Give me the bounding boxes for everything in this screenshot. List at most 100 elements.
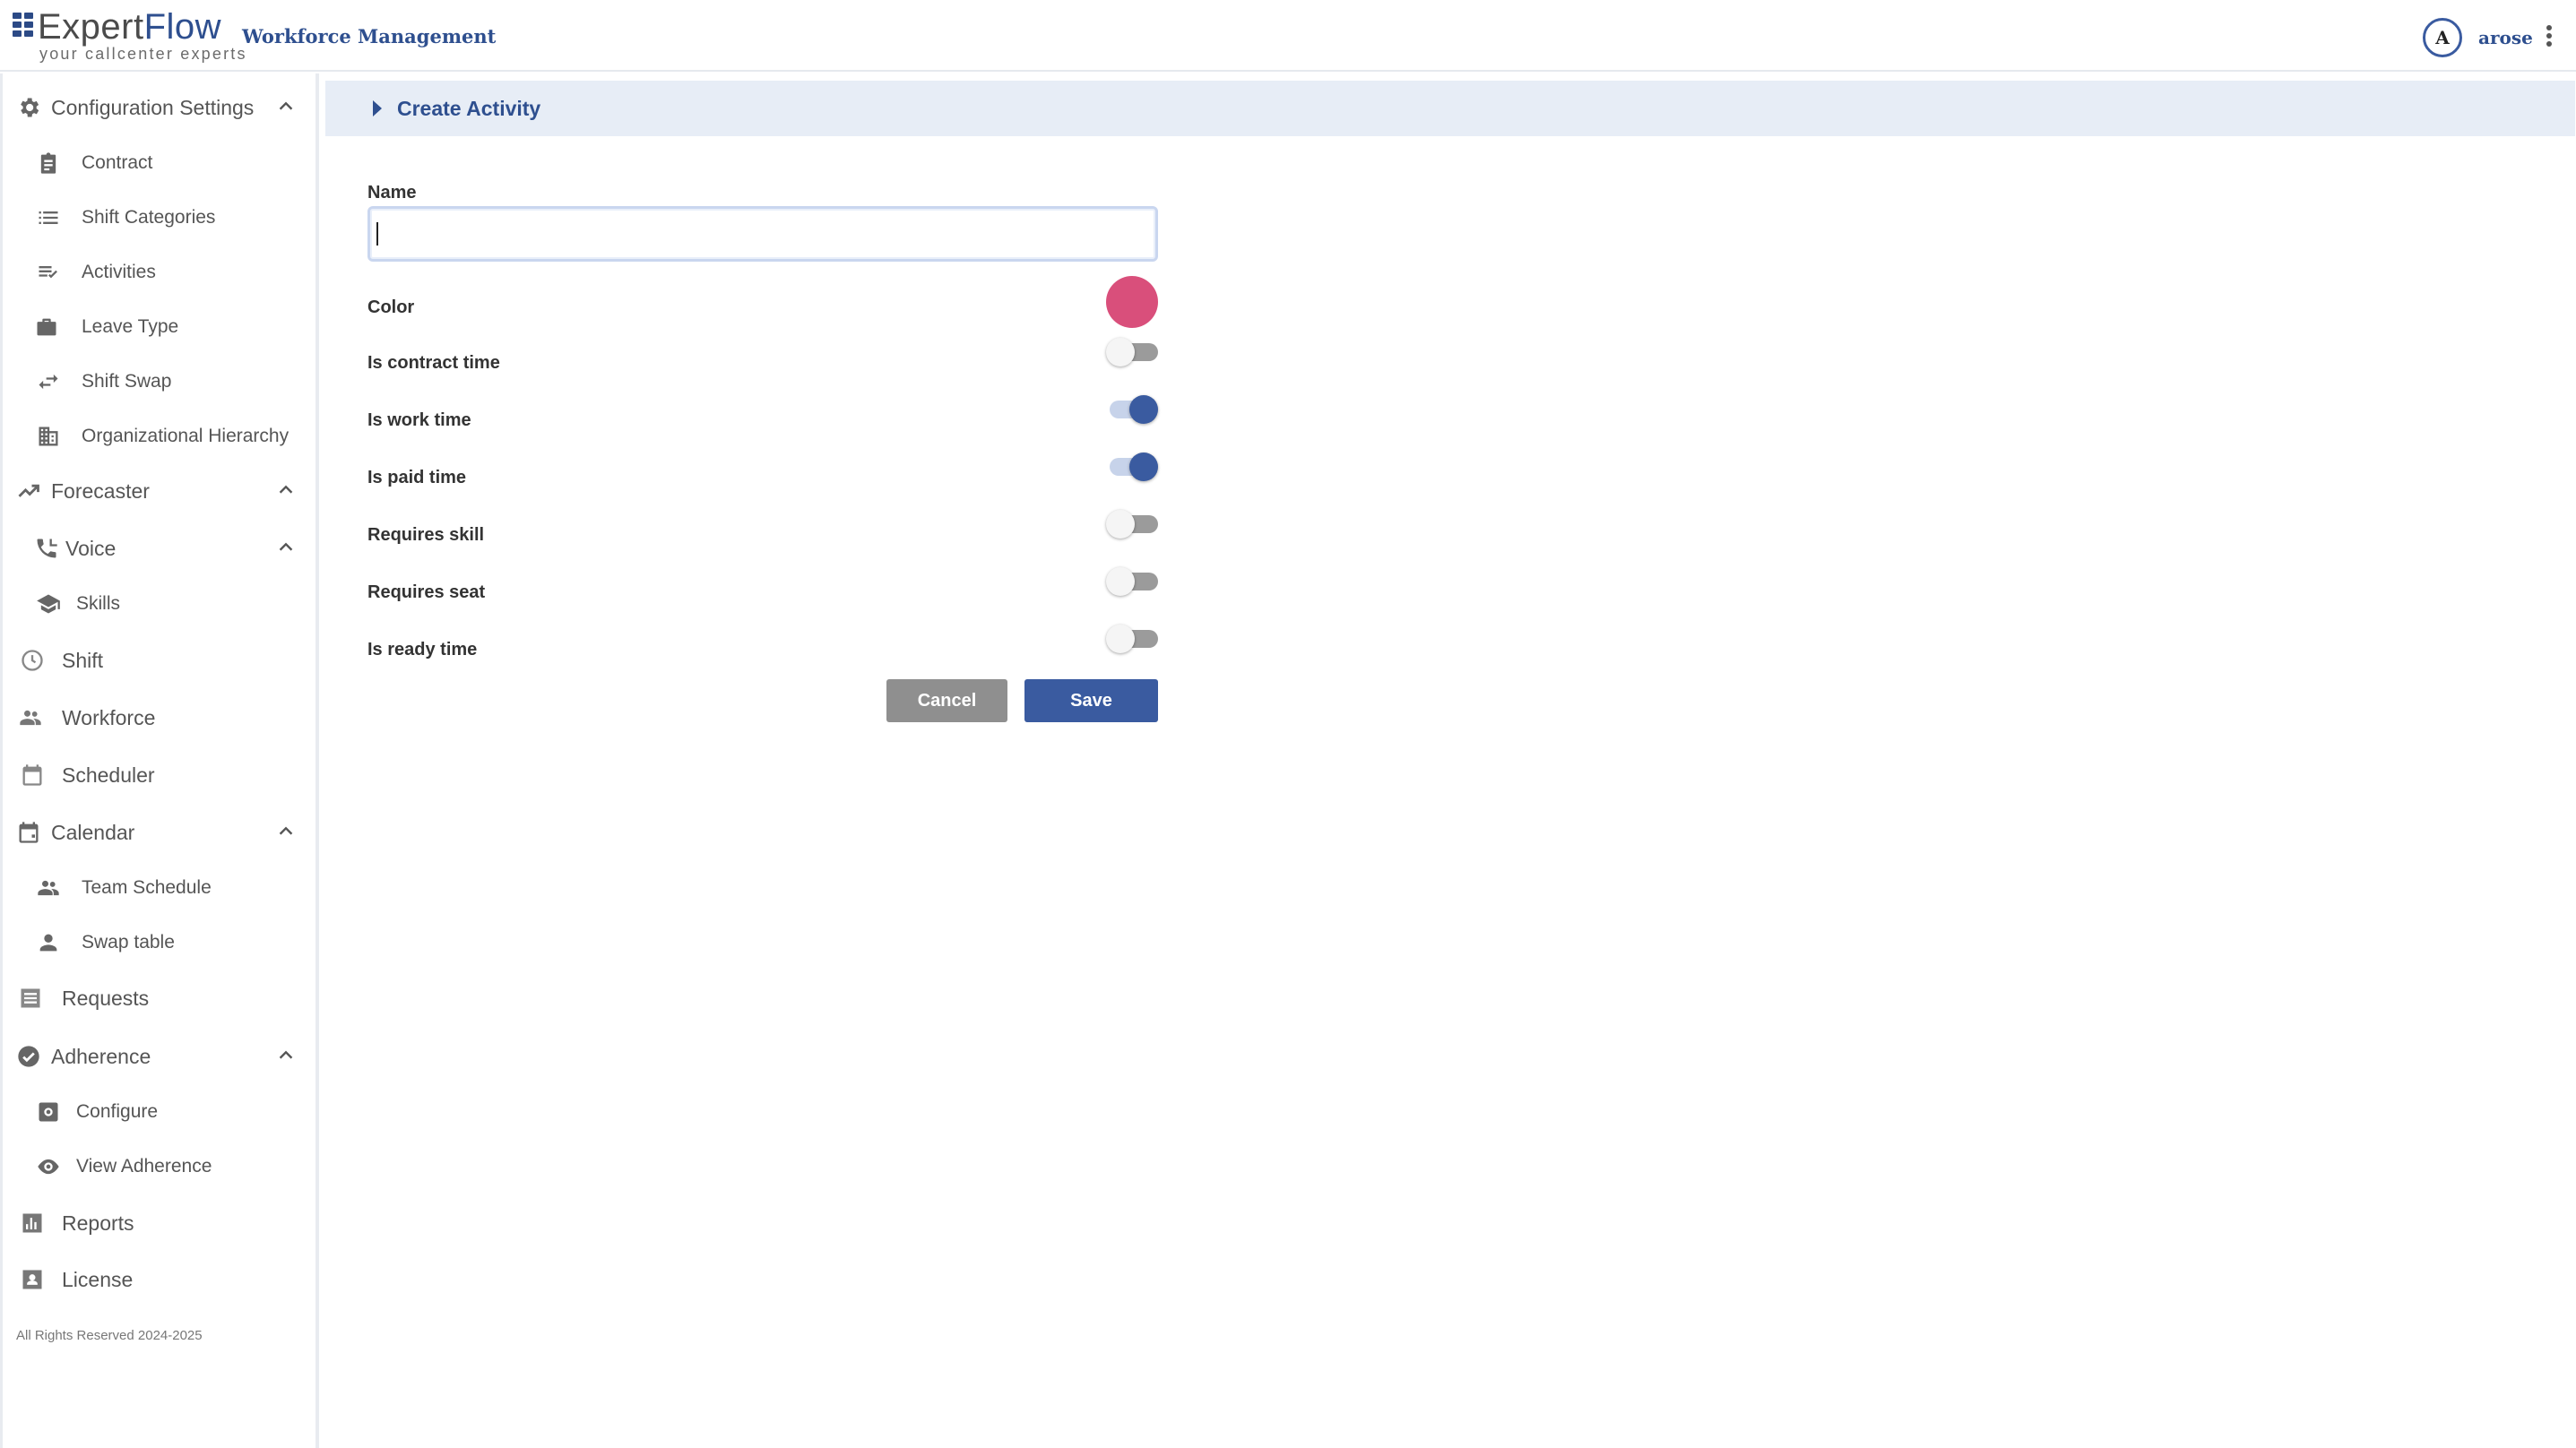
app-title: Workforce Management bbox=[242, 25, 497, 47]
sidebar-item-label: Scheduler bbox=[62, 763, 155, 787]
sidebar-item-adherence[interactable]: Adherence bbox=[0, 1032, 310, 1081]
sidebar-item-label: Voice bbox=[65, 537, 117, 560]
sidebar-item-label: License bbox=[62, 1268, 134, 1291]
sidebar-item-label: Contract bbox=[82, 152, 153, 173]
sidebar-item-label: Team Schedule bbox=[82, 877, 212, 898]
list-alt-icon bbox=[21, 988, 40, 1008]
requires-skill-label: Requires skill bbox=[367, 525, 485, 545]
sidebar-item-shift[interactable]: Shift bbox=[0, 636, 310, 685]
trending-up-icon bbox=[18, 484, 39, 497]
sidebar-item-label: Shift Swap bbox=[82, 371, 172, 392]
save-button[interactable]: Save bbox=[1024, 679, 1158, 722]
sidebar-item-label: Configure bbox=[76, 1101, 159, 1122]
top-header: ExpertFlow your callcenter experts Workf… bbox=[0, 0, 2576, 72]
logo-grid-icon bbox=[13, 13, 36, 39]
paid-time-toggle[interactable] bbox=[1106, 452, 1158, 482]
expertflow-logo[interactable]: ExpertFlow your callcenter experts bbox=[13, 7, 245, 63]
building-icon bbox=[39, 427, 58, 446]
calendar-icon bbox=[22, 764, 42, 786]
caret-right-icon[interactable] bbox=[373, 100, 382, 116]
work-time-toggle[interactable] bbox=[1106, 394, 1158, 425]
sidebar-item-label: Activities bbox=[82, 262, 156, 282]
chevron-up-icon[interactable] bbox=[276, 538, 296, 557]
panel-title: Create Activity bbox=[397, 97, 541, 120]
sidebar-item-reports[interactable]: Reports bbox=[0, 1199, 310, 1247]
sidebar-item-label: Workforce bbox=[62, 706, 156, 729]
text-cursor bbox=[376, 222, 378, 246]
sidebar-item-leave-type[interactable]: Leave Type bbox=[0, 303, 310, 351]
sidebar-item-label: Swap table bbox=[82, 932, 175, 952]
sidebar-item-label: View Adherence bbox=[76, 1156, 212, 1176]
sidebar-item-label: Calendar bbox=[51, 821, 135, 844]
requires-seat-toggle[interactable] bbox=[1106, 566, 1158, 597]
avatar[interactable]: A bbox=[2423, 18, 2462, 57]
sidebar-item-workforce[interactable]: Workforce bbox=[0, 694, 310, 742]
sidebar-item-label: Adherence bbox=[51, 1045, 151, 1068]
sidebar-item-contract[interactable]: Contract bbox=[0, 139, 310, 187]
people-icon bbox=[20, 710, 41, 726]
sidebar-item-license[interactable]: License bbox=[0, 1255, 310, 1304]
sidebar-item-calendar[interactable]: Calendar bbox=[0, 808, 310, 857]
sidebar-item-configuration-settings[interactable]: Configuration Settings bbox=[0, 83, 310, 132]
requires-seat-label: Requires seat bbox=[367, 582, 486, 602]
clipboard-icon bbox=[40, 152, 56, 174]
sidebar-item-organizational-hierarchy[interactable]: Organizational Hierarchy bbox=[0, 412, 310, 461]
paid-time-label: Is paid time bbox=[367, 468, 467, 487]
chevron-up-icon[interactable] bbox=[276, 97, 296, 116]
gear-icon bbox=[21, 98, 39, 117]
badge-icon bbox=[22, 1270, 42, 1289]
contract-time-label: Is contract time bbox=[367, 353, 500, 373]
chevron-up-icon[interactable] bbox=[276, 480, 296, 500]
requires-skill-toggle[interactable] bbox=[1106, 509, 1158, 539]
sidebar-item-voice[interactable]: Voice bbox=[0, 524, 310, 573]
school-icon bbox=[37, 594, 60, 614]
sidebar-item-label: Organizational Hierarchy bbox=[82, 426, 290, 446]
name-label: Name bbox=[367, 183, 417, 203]
sidebar-item-shift-swap[interactable]: Shift Swap bbox=[0, 358, 310, 406]
logo-tagline: your callcenter experts bbox=[39, 45, 247, 63]
bar-chart-icon bbox=[22, 1213, 42, 1233]
sidebar-item-skills[interactable]: Skills bbox=[0, 580, 310, 628]
ready-time-toggle[interactable] bbox=[1106, 624, 1158, 654]
people-icon bbox=[38, 880, 59, 896]
sidebar-item-label: Shift bbox=[62, 649, 104, 672]
create-activity-panel-header[interactable]: Create Activity bbox=[325, 81, 2575, 136]
sidebar-item-forecaster[interactable]: Forecaster bbox=[0, 467, 310, 515]
briefcase-icon bbox=[37, 318, 56, 336]
eye-icon bbox=[38, 1159, 59, 1175]
chevron-up-icon[interactable] bbox=[276, 822, 296, 841]
playlist-check-icon bbox=[39, 266, 57, 279]
color-picker-swatch[interactable] bbox=[1106, 276, 1158, 328]
clock-icon bbox=[22, 650, 43, 671]
sidebar-item-label: Reports bbox=[62, 1211, 134, 1235]
sidebar-item-view-adherence[interactable]: View Adherence bbox=[0, 1142, 310, 1191]
sidebar-item-team-schedule[interactable]: Team Schedule bbox=[0, 864, 310, 912]
username[interactable]: arose bbox=[2478, 27, 2533, 48]
event-icon bbox=[19, 822, 39, 843]
color-label: Color bbox=[367, 297, 415, 317]
settings-box-icon bbox=[39, 1102, 58, 1122]
list-icon bbox=[39, 211, 58, 224]
person-icon bbox=[39, 934, 57, 952]
sidebar-item-shift-categories[interactable]: Shift Categories bbox=[0, 194, 310, 242]
copyright-footer: All Rights Reserved 2024-2025 bbox=[16, 1328, 203, 1343]
sidebar-item-activities[interactable]: Activities bbox=[0, 248, 310, 297]
contract-time-toggle[interactable] bbox=[1106, 337, 1158, 367]
chevron-up-icon[interactable] bbox=[276, 1046, 296, 1065]
sidebar-item-swap-table[interactable]: Swap table bbox=[0, 918, 310, 967]
sidebar-item-label: Forecaster bbox=[51, 479, 150, 503]
sidebar-item-scheduler[interactable]: Scheduler bbox=[0, 751, 310, 799]
more-vert-icon[interactable] bbox=[2544, 25, 2554, 50]
sidebar-item-label: Configuration Settings bbox=[51, 96, 255, 119]
sidebar-item-requests[interactable]: Requests bbox=[0, 974, 310, 1022]
sidebar-item-label: Leave Type bbox=[82, 316, 179, 337]
sidebar-item-configure[interactable]: Configure bbox=[0, 1088, 310, 1136]
phone-callback-icon bbox=[37, 539, 57, 558]
check-circle-icon bbox=[18, 1046, 39, 1067]
swap-horiz-icon bbox=[39, 374, 58, 390]
name-input[interactable] bbox=[367, 206, 1158, 262]
main-content: Create Activity Name Color Is contract t… bbox=[323, 73, 2576, 1448]
cancel-button[interactable]: Cancel bbox=[886, 679, 1007, 722]
ready-time-label: Is ready time bbox=[367, 640, 478, 659]
logo-wordmark: ExpertFlow bbox=[38, 7, 222, 47]
